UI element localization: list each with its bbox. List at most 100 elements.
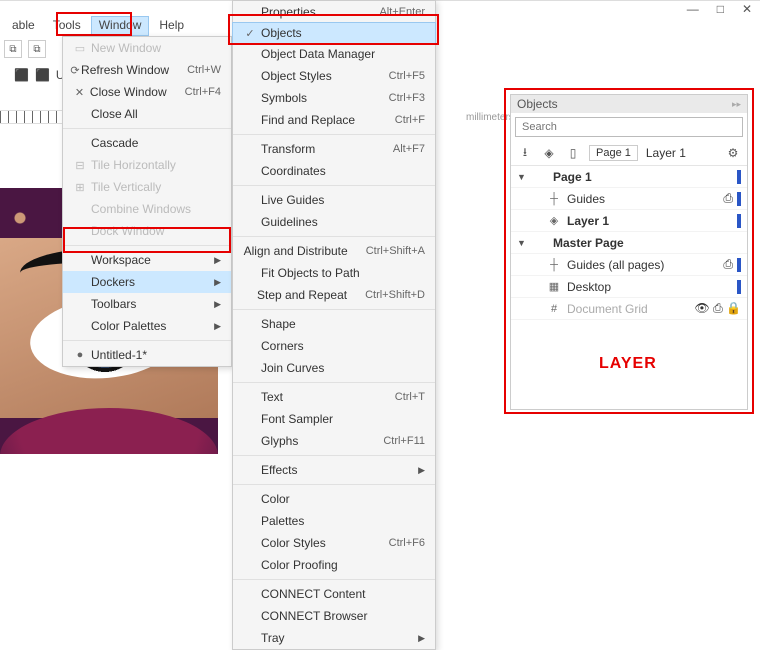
menu-item[interactable]: Text Ctrl+T <box>233 386 435 408</box>
menu-item-shortcut: Ctrl+F4 <box>167 86 221 98</box>
menu-item-label: CONNECT Browser <box>261 609 425 623</box>
tree-node[interactable]: ◈ Layer 1 <box>511 210 747 232</box>
menu-item-shortcut: Ctrl+F5 <box>371 70 425 82</box>
menu-item-label: Dock Window <box>91 224 221 238</box>
node-label: Master Page <box>553 236 735 250</box>
layers-icon[interactable]: ◈ <box>541 145 557 161</box>
disclosure-icon[interactable]: ▼ <box>517 238 527 248</box>
menu-item: Dock Window <box>63 220 231 242</box>
dockers-submenu: Properties Alt+Enter ✓ Objects Object Da… <box>232 0 436 650</box>
menu-item[interactable]: Guidelines <box>233 211 435 233</box>
menu-item[interactable]: Join Curves <box>233 357 435 379</box>
menu-item-label: Dockers <box>91 275 208 289</box>
node-label: Guides (all pages) <box>567 258 717 272</box>
menu-item[interactable]: Corners <box>233 335 435 357</box>
menu-window[interactable]: Window <box>91 16 150 36</box>
node-label: Desktop <box>567 280 731 294</box>
menu-item[interactable]: Cascade <box>63 132 231 154</box>
menu-item[interactable]: Palettes <box>233 510 435 532</box>
node-label: Layer 1 <box>567 214 731 228</box>
menu-item[interactable]: Find and Replace Ctrl+F <box>233 109 435 131</box>
menu-item-label: Color Proofing <box>261 558 425 572</box>
import-icon[interactable]: ⭳ <box>517 145 533 161</box>
page-icon[interactable]: ▯ <box>565 145 581 161</box>
menu-item-label: Close All <box>91 107 221 121</box>
objects-search <box>515 117 743 137</box>
tree-node[interactable]: # Document Grid 👁 ⎙ 🔒 <box>511 298 747 320</box>
menu-item-label: Color Styles <box>261 536 371 550</box>
menu-item[interactable]: ● Untitled-1* <box>63 344 231 366</box>
menu-item-label: Font Sampler <box>261 412 425 426</box>
close-window-button[interactable]: ✕ <box>742 2 752 16</box>
ruler-units-hint: millimeters <box>466 112 514 123</box>
tree-node[interactable]: ▦ Desktop <box>511 276 747 298</box>
tree-node[interactable]: ┼ Guides (all pages) ⎙ <box>511 254 747 276</box>
menu-item[interactable]: ✕ Close Window Ctrl+F4 <box>63 81 231 103</box>
menu-item-shortcut: Ctrl+W <box>169 64 221 76</box>
menu-item[interactable]: Object Data Manager <box>233 43 435 65</box>
menu-item-shortcut: Alt+F7 <box>375 143 425 155</box>
menu-item[interactable]: Shape <box>233 313 435 335</box>
menu-table[interactable]: able <box>4 16 43 36</box>
menu-item[interactable]: Toolbars ▶ <box>63 293 231 315</box>
menu-item-label: Text <box>261 390 377 404</box>
menu-item[interactable]: Step and Repeat Ctrl+Shift+D <box>233 284 435 306</box>
toolbar-button[interactable]: ⧉ <box>4 40 22 58</box>
tree-node[interactable]: ▼ Page 1 <box>511 166 747 188</box>
menu-item-label: Join Curves <box>261 361 425 375</box>
menu-item[interactable]: Color Palettes ▶ <box>63 315 231 337</box>
node-indicators: ⎙ <box>723 191 741 206</box>
menu-item[interactable]: Align and Distribute Ctrl+Shift+A <box>233 240 435 262</box>
toolbar-button[interactable]: ⧉ <box>28 40 46 58</box>
panel-collapse-icon[interactable]: ▸▸ <box>732 95 741 113</box>
menu-item-icon: ⟳ <box>69 64 81 77</box>
menu-item[interactable]: Fit Objects to Path <box>233 262 435 284</box>
node-indicators: ⎙ <box>723 257 741 272</box>
menu-item[interactable]: Coordinates <box>233 160 435 182</box>
menu-item[interactable]: CONNECT Content <box>233 583 435 605</box>
menu-item[interactable]: Dockers ▶ <box>63 271 231 293</box>
gear-icon[interactable]: ⚙ <box>725 145 741 161</box>
menu-item[interactable]: Color <box>233 488 435 510</box>
search-input[interactable] <box>515 117 743 137</box>
panel-header: Objects ▸▸ <box>511 95 747 113</box>
menu-item[interactable]: Object Styles Ctrl+F5 <box>233 65 435 87</box>
menu-item-label: Guidelines <box>261 215 425 229</box>
menu-item[interactable]: Live Guides <box>233 189 435 211</box>
menu-item-label: Combine Windows <box>91 202 221 216</box>
menu-item: ▭ New Window <box>63 37 231 59</box>
node-type-icon: ▦ <box>547 280 561 293</box>
menu-item-label: Toolbars <box>91 297 208 311</box>
menu-item[interactable]: Font Sampler <box>233 408 435 430</box>
maximize-button[interactable]: □ <box>717 2 724 16</box>
menu-item-label: Live Guides <box>261 193 425 207</box>
menu-item-label: Untitled-1* <box>91 348 221 362</box>
page-selector[interactable]: Page 1 <box>589 145 638 161</box>
tree-node[interactable]: ┼ Guides ⎙ <box>511 188 747 210</box>
menu-item-icon: ● <box>69 349 91 361</box>
menu-item[interactable]: CONNECT Browser <box>233 605 435 627</box>
menu-item[interactable]: Color Styles Ctrl+F6 <box>233 532 435 554</box>
menu-item[interactable]: Close All <box>63 103 231 125</box>
menu-tools[interactable]: Tools <box>45 16 89 36</box>
menu-help[interactable]: Help <box>151 16 192 36</box>
menu-item-label: Transform <box>261 142 375 156</box>
menu-item[interactable]: Tray ▶ <box>233 627 435 649</box>
minimize-button[interactable]: — <box>687 2 699 16</box>
disclosure-icon[interactable]: ▼ <box>517 172 527 182</box>
menu-item[interactable]: ✓ Objects <box>232 22 436 44</box>
menu-item[interactable]: Glyphs Ctrl+F11 <box>233 430 435 452</box>
menu-item[interactable]: Workspace ▶ <box>63 249 231 271</box>
menu-item[interactable]: ⟳ Refresh Window Ctrl+W <box>63 59 231 81</box>
tree-node[interactable]: ▼ Master Page <box>511 232 747 254</box>
node-indicators <box>737 214 741 228</box>
menu-item[interactable]: Effects ▶ <box>233 459 435 481</box>
menu-item[interactable]: Symbols Ctrl+F3 <box>233 87 435 109</box>
node-label: Document Grid <box>567 302 689 316</box>
menu-item[interactable]: Properties Alt+Enter <box>233 1 435 23</box>
menu-item-label: Close Window <box>90 85 167 99</box>
menu-item[interactable]: Transform Alt+F7 <box>233 138 435 160</box>
menu-item[interactable]: Color Proofing <box>233 554 435 576</box>
active-layer-label: Layer 1 <box>646 146 686 160</box>
menu-item-label: Shape <box>261 317 425 331</box>
